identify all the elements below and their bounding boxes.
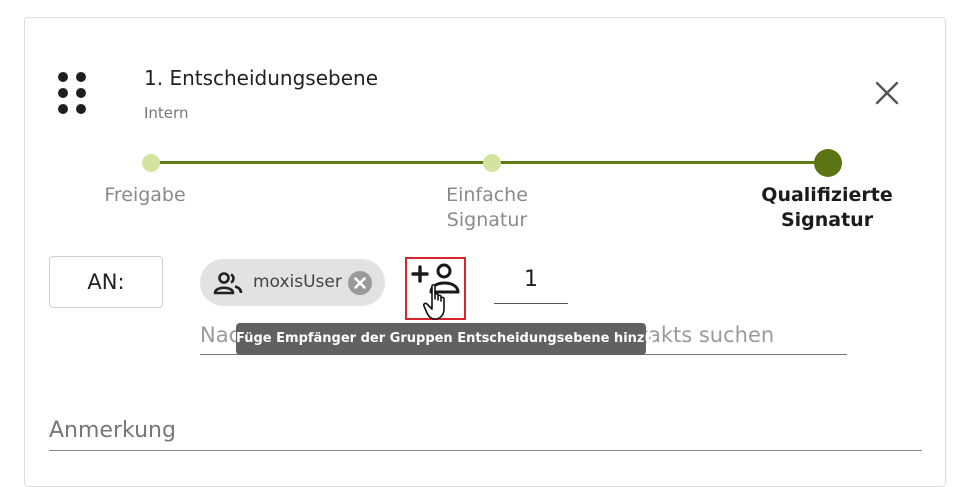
close-icon[interactable] (873, 79, 901, 107)
level-title: 1. Entscheidungsebene (144, 66, 378, 90)
to-button[interactable]: AN: (49, 256, 163, 308)
step-label-qualifizierte-signatur[interactable]: Qualifizierte Signatur (752, 183, 902, 233)
remove-circle-icon[interactable] (348, 271, 372, 295)
step-label-freigabe[interactable]: Freigabe (95, 183, 195, 208)
add-person-icon (411, 263, 460, 294)
step-dot-freigabe[interactable] (142, 154, 160, 172)
level-subtitle: Intern (144, 104, 189, 122)
add-group-tooltip: Füge Empfänger der Gruppen Entscheidungs… (236, 323, 654, 355)
step-dot-qualifizierte-signatur[interactable] (814, 149, 842, 177)
recipient-count-input[interactable]: 1 (494, 265, 568, 304)
step-dot-einfache-signatur[interactable] (483, 154, 501, 172)
add-group-recipients-button[interactable] (405, 257, 466, 320)
note-input[interactable] (49, 410, 922, 451)
chip-label: moxisUser (253, 272, 342, 292)
group-icon (213, 271, 243, 295)
step-label-einfache-signatur[interactable]: Einfache Signatur (435, 183, 539, 233)
drag-handle-icon[interactable] (58, 72, 88, 116)
recipient-chip: moxisUser (200, 259, 385, 306)
